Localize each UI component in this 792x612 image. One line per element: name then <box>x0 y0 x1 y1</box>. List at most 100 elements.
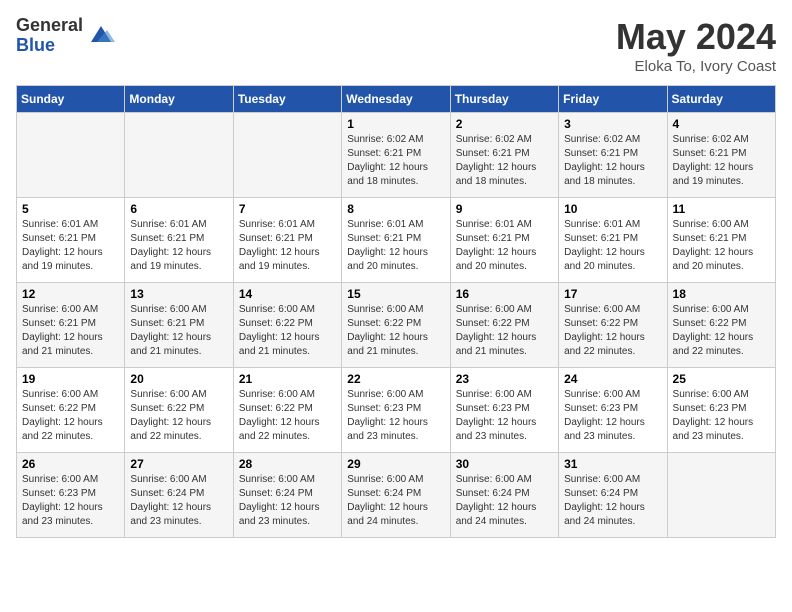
day-cell: 1 Sunrise: 6:02 AM Sunset: 6:21 PM Daylig… <box>342 113 450 198</box>
day-number: 18 <box>673 287 770 301</box>
day-detail: Sunrise: 6:00 AM Sunset: 6:22 PM Dayligh… <box>347 303 444 359</box>
day-number: 3 <box>564 117 661 131</box>
day-number: 25 <box>673 372 770 386</box>
day-number: 8 <box>347 202 444 216</box>
day-number: 21 <box>239 372 336 386</box>
day-number: 1 <box>347 117 444 131</box>
day-number: 16 <box>456 287 553 301</box>
day-cell: 15 Sunrise: 6:00 AM Sunset: 6:22 PM Dayli… <box>342 283 450 368</box>
day-number: 7 <box>239 202 336 216</box>
day-number: 13 <box>130 287 227 301</box>
day-cell: 18 Sunrise: 6:00 AM Sunset: 6:22 PM Dayli… <box>667 283 775 368</box>
day-cell: 31 Sunrise: 6:00 AM Sunset: 6:24 PM Dayli… <box>559 453 667 538</box>
week-row-1: 1 Sunrise: 6:02 AM Sunset: 6:21 PM Daylig… <box>17 113 776 198</box>
day-detail: Sunrise: 6:00 AM Sunset: 6:23 PM Dayligh… <box>22 473 119 529</box>
day-detail: Sunrise: 6:01 AM Sunset: 6:21 PM Dayligh… <box>456 218 553 274</box>
header-wednesday: Wednesday <box>342 86 450 113</box>
day-detail: Sunrise: 6:00 AM Sunset: 6:24 PM Dayligh… <box>347 473 444 529</box>
day-number: 14 <box>239 287 336 301</box>
day-cell: 19 Sunrise: 6:00 AM Sunset: 6:22 PM Dayli… <box>17 368 125 453</box>
day-cell: 5Sunrise: 6:01 AM Sunset: 6:21 PM Daylig… <box>17 198 125 283</box>
header-row: SundayMondayTuesdayWednesdayThursdayFrid… <box>17 86 776 113</box>
logo-general: General <box>16 16 83 36</box>
day-cell: 9Sunrise: 6:01 AM Sunset: 6:21 PM Daylig… <box>450 198 558 283</box>
day-number: 12 <box>22 287 119 301</box>
day-cell: 23Sunrise: 6:00 AM Sunset: 6:23 PM Dayli… <box>450 368 558 453</box>
week-row-4: 19 Sunrise: 6:00 AM Sunset: 6:22 PM Dayli… <box>17 368 776 453</box>
calendar-table: SundayMondayTuesdayWednesdayThursdayFrid… <box>16 85 776 538</box>
day-detail: Sunrise: 6:00 AM Sunset: 6:24 PM Dayligh… <box>564 473 661 529</box>
day-detail: Sunrise: 6:00 AM Sunset: 6:22 PM Dayligh… <box>22 388 119 444</box>
logo-blue: Blue <box>16 36 83 56</box>
day-number: 4 <box>673 117 770 131</box>
day-detail: Sunrise: 6:00 AM Sunset: 6:24 PM Dayligh… <box>130 473 227 529</box>
header-thursday: Thursday <box>450 86 558 113</box>
day-number: 31 <box>564 457 661 471</box>
day-detail: Sunrise: 6:02 AM Sunset: 6:21 PM Dayligh… <box>564 133 661 189</box>
day-cell: 20 Sunrise: 6:00 AM Sunset: 6:22 PM Dayli… <box>125 368 233 453</box>
week-row-2: 5 Sunrise: 6:01 AM Sunset: 6:21 PM Daylig… <box>17 198 776 283</box>
day-cell: 8 Sunrise: 6:01 AM Sunset: 6:21 PM Daylig… <box>342 198 450 283</box>
day-number: 23 <box>456 372 553 386</box>
day-cell <box>667 453 775 538</box>
day-cell: 2 Sunrise: 6:02 AM Sunset: 6:21 PM Daylig… <box>450 113 558 198</box>
day-cell: 12 Sunrise: 6:00 AM Sunset: 6:21 PM Dayli… <box>17 283 125 368</box>
day-number: 28 <box>239 457 336 471</box>
day-cell: 6Sunrise: 6:01 AM Sunset: 6:21 PM Daylig… <box>125 198 233 283</box>
logo: General Blue <box>16 16 115 56</box>
header-sunday: Sunday <box>17 86 125 113</box>
day-detail: Sunrise: 6:02 AM Sunset: 6:21 PM Dayligh… <box>456 133 553 189</box>
day-cell: 29 Sunrise: 6:00 AM Sunset: 6:24 PM Dayli… <box>342 453 450 538</box>
header-saturday: Saturday <box>667 86 775 113</box>
day-number: 15 <box>347 287 444 301</box>
day-cell: 26Sunrise: 6:00 AM Sunset: 6:23 PM Dayli… <box>17 453 125 538</box>
day-number: 5 <box>22 202 119 216</box>
day-number: 30 <box>456 457 553 471</box>
week-row-5: 26Sunrise: 6:00 AM Sunset: 6:23 PM Dayli… <box>17 453 776 538</box>
day-detail: Sunrise: 6:00 AM Sunset: 6:21 PM Dayligh… <box>130 303 227 359</box>
day-number: 19 <box>22 372 119 386</box>
title-month: May 2024 <box>616 16 776 58</box>
day-number: 29 <box>347 457 444 471</box>
day-detail: Sunrise: 6:00 AM Sunset: 6:24 PM Dayligh… <box>456 473 553 529</box>
day-detail: Sunrise: 6:00 AM Sunset: 6:24 PM Dayligh… <box>239 473 336 529</box>
week-row-3: 12 Sunrise: 6:00 AM Sunset: 6:21 PM Dayli… <box>17 283 776 368</box>
day-number: 11 <box>673 202 770 216</box>
day-cell: 28 Sunrise: 6:00 AM Sunset: 6:24 PM Dayli… <box>233 453 341 538</box>
day-cell: 27Sunrise: 6:00 AM Sunset: 6:24 PM Dayli… <box>125 453 233 538</box>
logo-icon <box>87 22 115 50</box>
day-detail: Sunrise: 6:01 AM Sunset: 6:21 PM Dayligh… <box>347 218 444 274</box>
logo-text: General Blue <box>16 16 83 56</box>
day-cell <box>233 113 341 198</box>
day-detail: Sunrise: 6:00 AM Sunset: 6:22 PM Dayligh… <box>564 303 661 359</box>
header-friday: Friday <box>559 86 667 113</box>
day-cell: 13 Sunrise: 6:00 AM Sunset: 6:21 PM Dayli… <box>125 283 233 368</box>
day-cell: 10Sunrise: 6:01 AM Sunset: 6:21 PM Dayli… <box>559 198 667 283</box>
day-cell: 4 Sunrise: 6:02 AM Sunset: 6:21 PM Daylig… <box>667 113 775 198</box>
day-cell: 11Sunrise: 6:00 AM Sunset: 6:21 PM Dayli… <box>667 198 775 283</box>
day-cell: 22Sunrise: 6:00 AM Sunset: 6:23 PM Dayli… <box>342 368 450 453</box>
day-detail: Sunrise: 6:00 AM Sunset: 6:22 PM Dayligh… <box>130 388 227 444</box>
day-detail: Sunrise: 6:01 AM Sunset: 6:21 PM Dayligh… <box>239 218 336 274</box>
day-number: 10 <box>564 202 661 216</box>
day-number: 17 <box>564 287 661 301</box>
day-detail: Sunrise: 6:00 AM Sunset: 6:22 PM Dayligh… <box>673 303 770 359</box>
day-detail: Sunrise: 6:00 AM Sunset: 6:23 PM Dayligh… <box>347 388 444 444</box>
day-detail: Sunrise: 6:00 AM Sunset: 6:22 PM Dayligh… <box>239 303 336 359</box>
day-cell <box>125 113 233 198</box>
title-block: May 2024 Eloka To, Ivory Coast <box>616 16 776 75</box>
title-location: Eloka To, Ivory Coast <box>616 58 776 75</box>
day-number: 2 <box>456 117 553 131</box>
day-number: 20 <box>130 372 227 386</box>
header-monday: Monday <box>125 86 233 113</box>
day-cell: 25 Sunrise: 6:00 AM Sunset: 6:23 PM Dayli… <box>667 368 775 453</box>
day-detail: Sunrise: 6:00 AM Sunset: 6:21 PM Dayligh… <box>22 303 119 359</box>
page-header: General Blue May 2024 Eloka To, Ivory Co… <box>16 16 776 75</box>
day-detail: Sunrise: 6:02 AM Sunset: 6:21 PM Dayligh… <box>673 133 770 189</box>
day-detail: Sunrise: 6:02 AM Sunset: 6:21 PM Dayligh… <box>347 133 444 189</box>
day-cell: 7 Sunrise: 6:01 AM Sunset: 6:21 PM Daylig… <box>233 198 341 283</box>
day-cell: 3 Sunrise: 6:02 AM Sunset: 6:21 PM Daylig… <box>559 113 667 198</box>
day-detail: Sunrise: 6:00 AM Sunset: 6:23 PM Dayligh… <box>673 388 770 444</box>
day-detail: Sunrise: 6:01 AM Sunset: 6:21 PM Dayligh… <box>130 218 227 274</box>
day-cell: 24Sunrise: 6:00 AM Sunset: 6:23 PM Dayli… <box>559 368 667 453</box>
